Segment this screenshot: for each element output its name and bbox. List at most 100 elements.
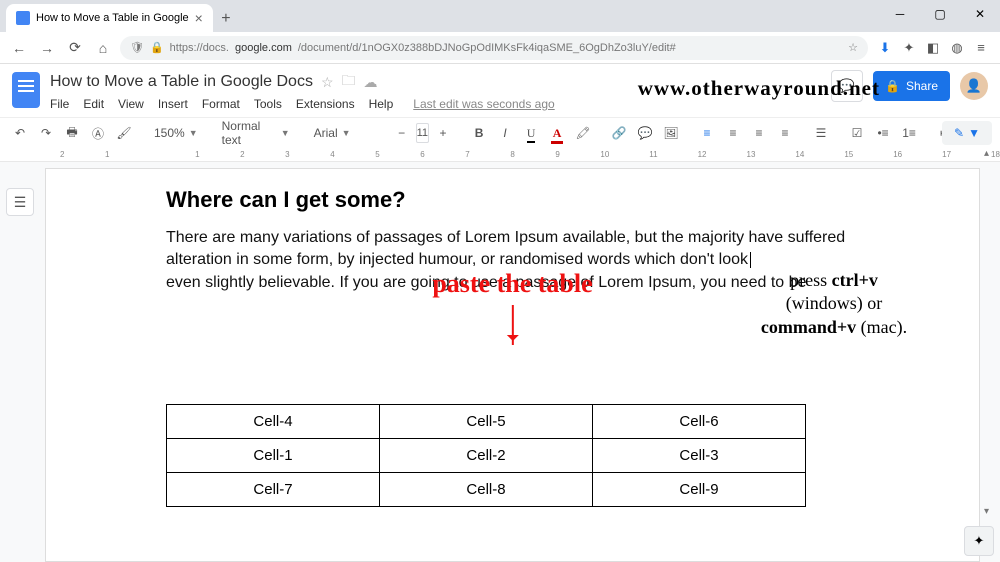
menu-extensions[interactable]: Extensions (296, 97, 355, 111)
menu-edit[interactable]: Edit (83, 97, 104, 111)
redo-icon[interactable]: ↷ (34, 121, 58, 145)
bulleted-list-icon[interactable]: •≡ (871, 121, 895, 145)
font-size-input[interactable]: 11 (416, 123, 429, 143)
reload-icon[interactable]: ⟳ (64, 37, 86, 59)
align-left-icon[interactable]: ≡ (695, 121, 719, 145)
table-row: Cell-1Cell-2Cell-3 (167, 439, 806, 473)
document-title[interactable]: How to Move a Table in Google Docs (50, 73, 313, 91)
explore-button[interactable]: ✦ (964, 526, 994, 556)
table-cell[interactable]: Cell-8 (380, 473, 593, 507)
add-comment-icon[interactable]: 💬 (633, 121, 657, 145)
menu-help[interactable]: Help (369, 97, 394, 111)
table-cell[interactable]: Cell-9 (593, 473, 806, 507)
insert-link-icon[interactable]: 🔗 (607, 121, 631, 145)
star-icon[interactable]: ☆ (321, 74, 334, 91)
menu-format[interactable]: Format (202, 97, 240, 111)
url-field[interactable]: 🛡 🔒 https://docs. google.com/document/d/1… (120, 36, 868, 60)
shield-icon: 🛡 (130, 41, 144, 54)
account-avatar[interactable]: 👤 (960, 72, 988, 100)
menu-tools[interactable]: Tools (254, 97, 282, 111)
bookmark-star-icon[interactable]: ☆ (848, 41, 858, 54)
instruction-text: press ctrl+v (windows) or command+v (mac… (729, 269, 939, 339)
line-spacing-icon[interactable]: ☰ (809, 121, 833, 145)
show-outline-button[interactable]: ☰ (6, 188, 34, 216)
new-tab-button[interactable]: + (213, 6, 239, 32)
lock-icon: 🔒 (885, 79, 900, 93)
text-cursor (750, 252, 751, 268)
increase-font-icon[interactable]: + (431, 121, 455, 145)
browser-tab-strip: How to Move a Table in Google × + ─ ▢ ✕ (0, 0, 1000, 32)
scroll-up-icon[interactable]: ▴ (984, 148, 996, 160)
watermark-text: www.otherwayround.net (638, 76, 880, 101)
share-button[interactable]: 🔒 Share (873, 71, 950, 101)
align-justify-icon[interactable]: ≡ (773, 121, 797, 145)
docs-toolbar: ↶ ↷ 🖶 Ⓐ 🖌 150%▼ Normal text▼ Arial▼ − 11… (0, 117, 1000, 149)
url-prefix: https://docs. (170, 42, 229, 54)
extension-icon[interactable]: ◧ (922, 37, 944, 59)
text-color-icon[interactable]: A (545, 121, 569, 145)
document-editor: 21123456789101112131415161718 ☰ Where ca… (0, 148, 1000, 562)
bold-icon[interactable]: B (467, 121, 491, 145)
menu-icon[interactable]: ≡ (970, 37, 992, 59)
clear-formatting-icon[interactable]: T✕ (995, 121, 1000, 145)
forward-icon[interactable]: → (36, 37, 58, 59)
scroll-down-icon[interactable]: ▾ (984, 506, 996, 518)
highlight-icon[interactable]: 🖍 (571, 121, 595, 145)
extension-icon[interactable]: ◍ (946, 37, 968, 59)
maximize-icon[interactable]: ▢ (920, 0, 960, 28)
font-select[interactable]: Arial▼ (308, 121, 378, 145)
url-host: google.com (235, 42, 292, 54)
address-bar: ← → ⟳ ⌂ 🛡 🔒 https://docs. google.com/docu… (0, 32, 1000, 64)
document-page[interactable]: Where can I get some? There are many var… (45, 168, 980, 562)
share-label: Share (906, 79, 938, 93)
browser-tab[interactable]: How to Move a Table in Google × (6, 4, 213, 32)
table-cell[interactable]: Cell-5 (380, 405, 593, 439)
align-center-icon[interactable]: ≡ (721, 121, 745, 145)
tab-title: How to Move a Table in Google (36, 12, 189, 24)
table-row: Cell-7Cell-8Cell-9 (167, 473, 806, 507)
insert-image-icon[interactable]: 🖼 (659, 121, 683, 145)
back-icon[interactable]: ← (8, 37, 30, 59)
menu-file[interactable]: File (50, 97, 69, 111)
heading-text[interactable]: Where can I get some? (166, 187, 889, 213)
align-right-icon[interactable]: ≡ (747, 121, 771, 145)
underline-icon[interactable]: U (519, 121, 543, 145)
arrow-down-icon (511, 305, 513, 345)
print-icon[interactable]: 🖶 (60, 121, 84, 145)
minimize-icon[interactable]: ─ (880, 0, 920, 28)
zoom-select[interactable]: 150%▼ (148, 121, 204, 145)
horizontal-ruler[interactable]: 21123456789101112131415161718 (0, 148, 1000, 162)
undo-icon[interactable]: ↶ (8, 121, 32, 145)
url-path: /document/d/1nOGX0z388bDJNoGpOdIMKsFk4iq… (298, 42, 676, 54)
table-cell[interactable]: Cell-3 (593, 439, 806, 473)
home-icon[interactable]: ⌂ (92, 37, 114, 59)
checklist-icon[interactable]: ☑ (845, 121, 869, 145)
document-table[interactable]: Cell-4Cell-5Cell-6 Cell-1Cell-2Cell-3 Ce… (166, 404, 806, 507)
extension-icon[interactable]: ✦ (898, 37, 920, 59)
table-cell[interactable]: Cell-7 (167, 473, 380, 507)
download-icon[interactable]: ⬇ (874, 37, 896, 59)
menu-insert[interactable]: Insert (158, 97, 188, 111)
table-cell[interactable]: Cell-6 (593, 405, 806, 439)
lock-icon: 🔒 (150, 41, 164, 54)
close-window-icon[interactable]: ✕ (960, 0, 1000, 28)
table-cell[interactable]: Cell-1 (167, 439, 380, 473)
annotation-label: paste the table (432, 269, 592, 345)
close-tab-icon[interactable]: × (195, 10, 203, 26)
spellcheck-icon[interactable]: Ⓐ (86, 121, 110, 145)
google-docs-logo[interactable] (12, 72, 40, 108)
editing-mode-button[interactable]: ✎ ▼ (942, 121, 992, 145)
docs-favicon (16, 11, 30, 25)
italic-icon[interactable]: I (493, 121, 517, 145)
table-cell[interactable]: Cell-4 (167, 405, 380, 439)
cloud-status-icon[interactable]: ☁ (364, 74, 378, 91)
last-edit-info[interactable]: Last edit was seconds ago (413, 97, 554, 111)
menu-view[interactable]: View (118, 97, 144, 111)
numbered-list-icon[interactable]: 1≡ (897, 121, 921, 145)
move-icon[interactable]: 🗀 (342, 70, 356, 94)
decrease-font-icon[interactable]: − (390, 121, 414, 145)
paint-format-icon[interactable]: 🖌 (112, 121, 136, 145)
style-select[interactable]: Normal text▼ (216, 121, 296, 145)
table-row: Cell-4Cell-5Cell-6 (167, 405, 806, 439)
table-cell[interactable]: Cell-2 (380, 439, 593, 473)
